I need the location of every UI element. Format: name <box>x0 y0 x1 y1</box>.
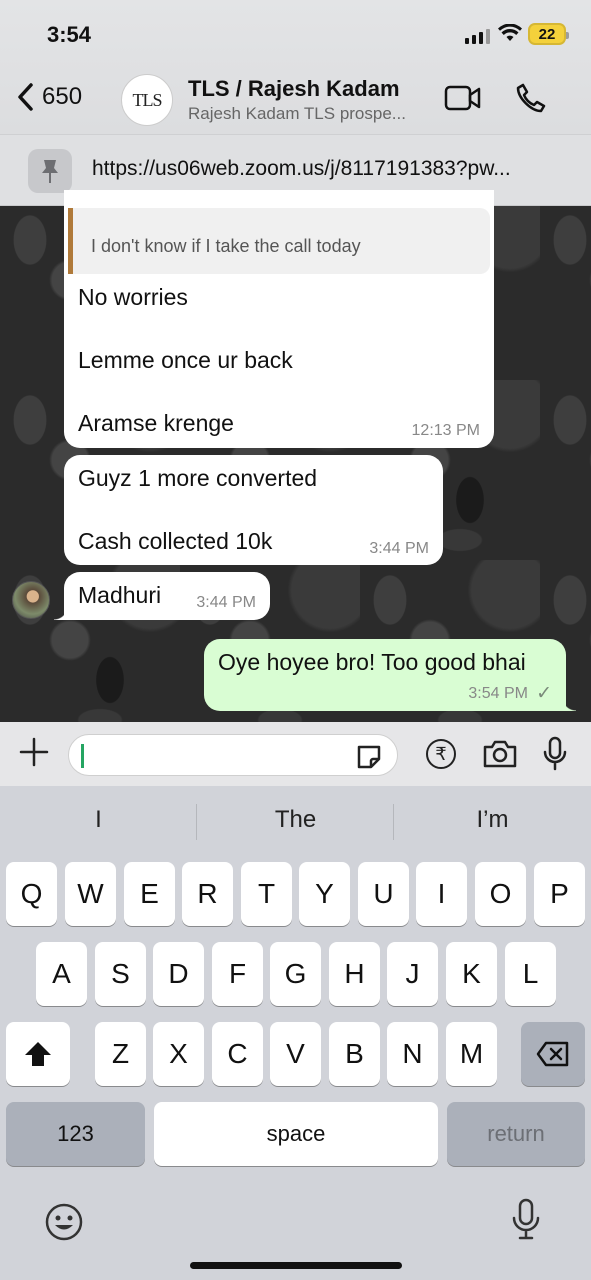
status-time: 3:54 <box>47 22 92 47</box>
key-u[interactable]: U <box>358 862 409 926</box>
key-m[interactable]: M <box>446 1022 497 1086</box>
video-call-icon[interactable] <box>444 84 482 112</box>
dictation-mic-icon[interactable] <box>510 1198 542 1242</box>
quoted-text: I don't know if I take the call today <box>91 236 361 256</box>
camera-icon[interactable] <box>482 739 518 769</box>
suggestion-1[interactable]: I <box>0 806 197 834</box>
contact-name[interactable]: TLS / Rajesh Kadam <box>188 76 400 102</box>
key-i[interactable]: I <box>416 862 467 926</box>
sent-check-icon: ✓ <box>536 683 552 704</box>
key-l[interactable]: L <box>505 942 556 1006</box>
message-text: Cash collected 10k <box>78 528 273 554</box>
key-q[interactable]: Q <box>6 862 57 926</box>
predictive-bar: I The I’m <box>0 786 591 856</box>
key-v[interactable]: V <box>270 1022 321 1086</box>
emoji-icon[interactable] <box>44 1202 84 1242</box>
suggestion-2[interactable]: The <box>197 806 394 834</box>
key-f[interactable]: F <box>212 942 263 1006</box>
message-time: 12:13 PM <box>411 422 480 439</box>
battery-indicator: 22 <box>528 23 569 45</box>
message-bubble[interactable]: Madhuri 3:44 PM <box>54 572 270 620</box>
key-e[interactable]: E <box>124 862 175 926</box>
plus-icon[interactable] <box>18 736 50 768</box>
quoted-reply[interactable]: I don't know if I take the call today <box>68 208 490 274</box>
status-bar: 3:54 22 <box>0 0 591 66</box>
key-y[interactable]: Y <box>299 862 350 926</box>
key-a[interactable]: A <box>36 942 87 1006</box>
key-w[interactable]: W <box>65 862 116 926</box>
key-p[interactable]: P <box>534 862 585 926</box>
key-r[interactable]: R <box>182 862 233 926</box>
chat-header: 650 TLS TLS / Rajesh Kadam Rajesh Kadam … <box>0 66 591 134</box>
message-bubble[interactable]: I don't know if I take the call today No… <box>64 190 494 448</box>
key-z[interactable]: Z <box>95 1022 146 1086</box>
chevron-left-icon <box>18 83 33 111</box>
key-j[interactable]: J <box>387 942 438 1006</box>
microphone-icon[interactable] <box>542 736 568 772</box>
key-n[interactable]: N <box>387 1022 438 1086</box>
message-composer: ₹ <box>0 722 591 786</box>
shift-key[interactable] <box>6 1022 70 1086</box>
space-key[interactable]: space <box>154 1102 438 1166</box>
delete-key[interactable] <box>521 1022 585 1086</box>
message-text: Lemme once ur back <box>78 347 293 373</box>
message-time: 3:54 PM <box>468 685 528 702</box>
message-input[interactable] <box>68 734 398 776</box>
pin-icon <box>28 149 72 193</box>
group-avatar[interactable]: TLS <box>121 74 173 126</box>
phone-call-icon[interactable] <box>515 82 547 114</box>
contact-subtitle[interactable]: Rajesh Kadam TLS prospe... <box>188 104 428 124</box>
key-x[interactable]: X <box>153 1022 204 1086</box>
message-time: 3:44 PM <box>369 540 429 557</box>
key-s[interactable]: S <box>95 942 146 1006</box>
wifi-icon <box>498 24 522 41</box>
back-button[interactable]: 650 <box>16 82 82 112</box>
unread-count: 650 <box>42 83 83 110</box>
key-b[interactable]: B <box>329 1022 380 1086</box>
outgoing-message-bubble[interactable]: Oye hoyee bro! Too good bhai 3:54 PM ✓ <box>204 639 576 711</box>
key-o[interactable]: O <box>475 862 526 926</box>
sticker-icon[interactable] <box>355 743 383 771</box>
signal-icon <box>465 28 490 44</box>
message-text: Madhuri <box>78 582 162 608</box>
key-k[interactable]: K <box>446 942 497 1006</box>
message-text: Guyz 1 more converted <box>78 465 318 491</box>
payment-rupee-icon[interactable]: ₹ <box>426 739 456 769</box>
key-d[interactable]: D <box>153 942 204 1006</box>
message-bubble[interactable]: Guyz 1 more converted Cash collected 10k… <box>64 455 443 565</box>
shift-arrow-icon <box>25 1042 51 1066</box>
pinned-link[interactable]: https://us06web.zoom.us/j/8117191383?pw.… <box>92 157 562 181</box>
home-indicator <box>190 1262 402 1269</box>
suggestion-3[interactable]: I’m <box>394 806 591 834</box>
keyboard: I The I’m Q W E R T Y U I O P A S D F G … <box>0 786 591 1280</box>
sender-avatar[interactable] <box>12 581 50 619</box>
key-h[interactable]: H <box>329 942 380 1006</box>
text-caret <box>81 744 84 768</box>
numbers-key[interactable]: 123 <box>6 1102 145 1166</box>
message-text: Aramse krenge <box>78 410 234 436</box>
message-text: Oye hoyee bro! Too good bhai <box>218 649 526 675</box>
key-t[interactable]: T <box>241 862 292 926</box>
backspace-icon <box>536 1041 569 1067</box>
return-key[interactable]: return <box>447 1102 585 1166</box>
key-g[interactable]: G <box>270 942 321 1006</box>
message-text: No worries <box>78 284 188 310</box>
key-c[interactable]: C <box>212 1022 263 1086</box>
message-time: 3:44 PM <box>196 594 256 611</box>
